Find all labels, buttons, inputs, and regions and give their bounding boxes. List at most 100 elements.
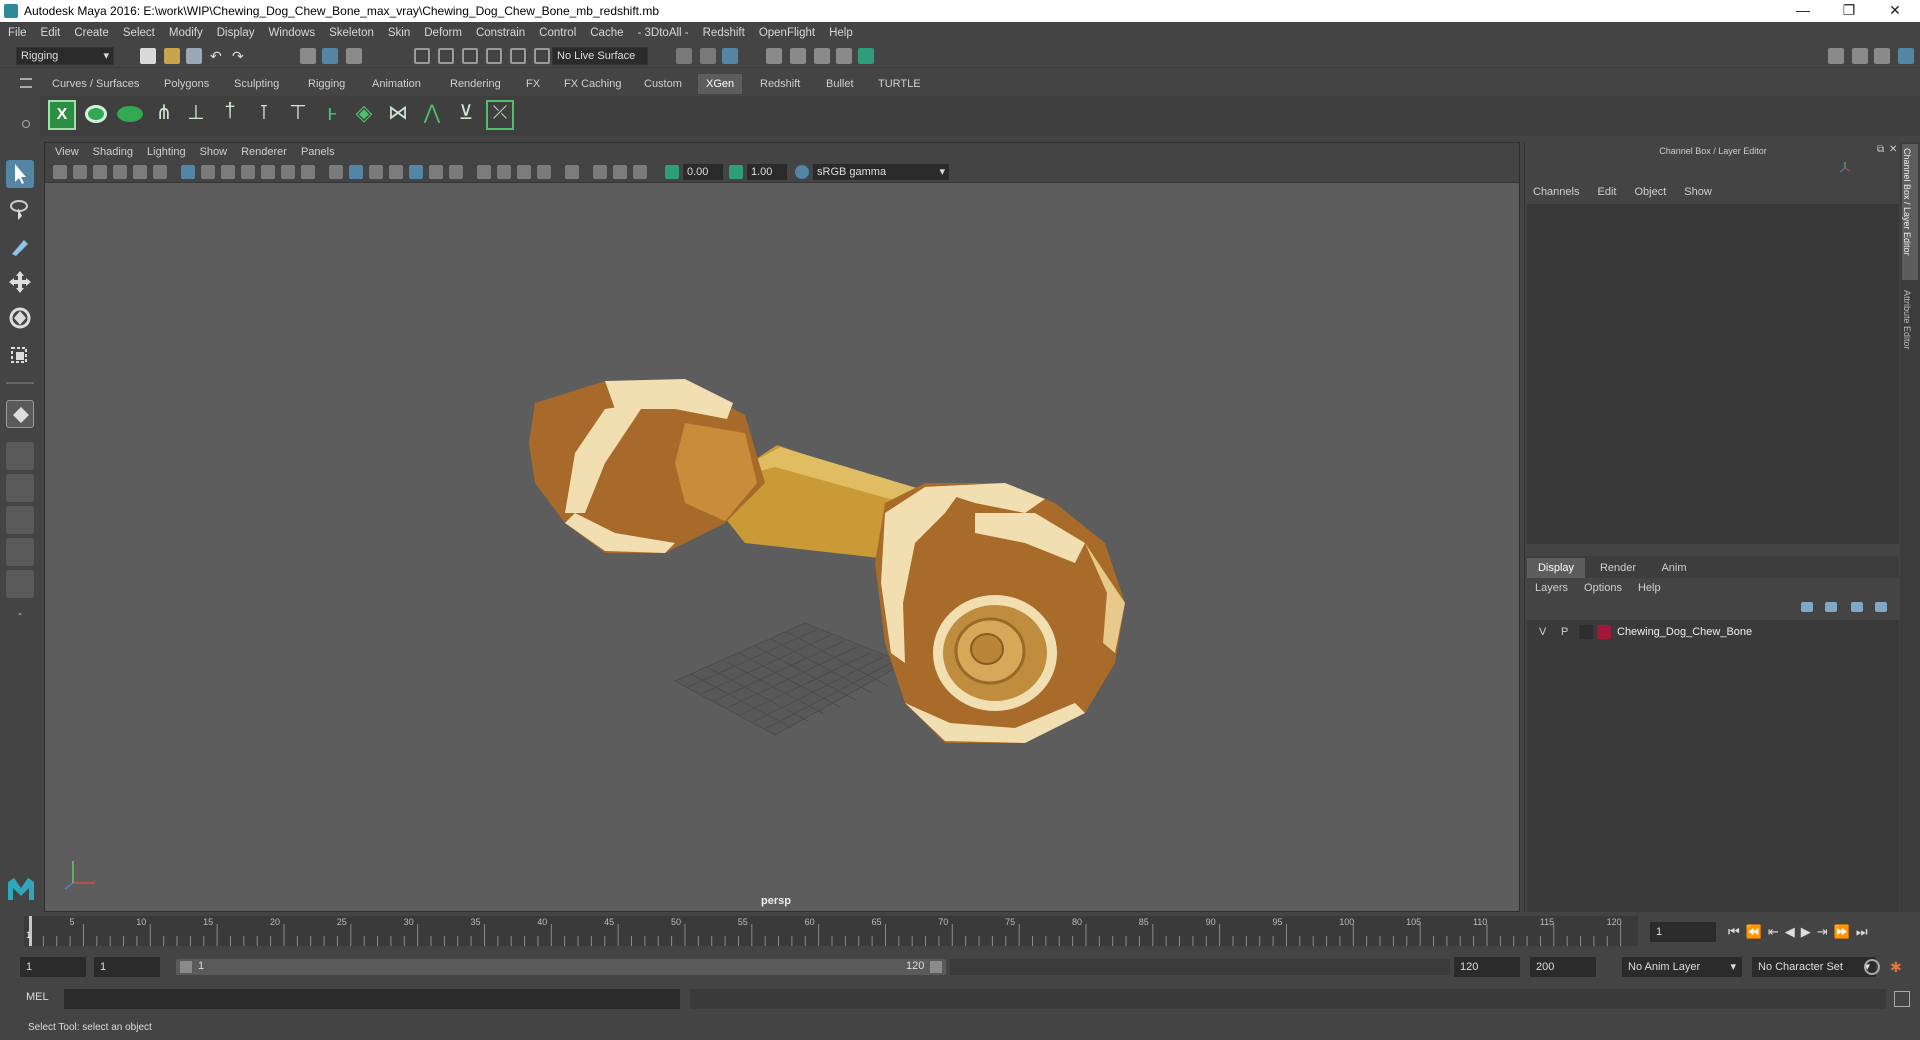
- ipr-render-icon[interactable]: [814, 48, 830, 64]
- animation-end-field[interactable]: 200: [1530, 957, 1596, 977]
- color-space-dropdown[interactable]: sRGB gamma ▾: [813, 164, 949, 180]
- restore-button[interactable]: ❐: [1826, 0, 1872, 22]
- tab-fx[interactable]: FX: [518, 74, 548, 94]
- new-layer-selected-icon[interactable]: [1875, 602, 1887, 612]
- color-management-icon[interactable]: [795, 165, 809, 179]
- step-forward-key-icon[interactable]: ⇥: [1817, 924, 1828, 940]
- channel-box-menu-show[interactable]: Show: [1684, 186, 1712, 198]
- select-component-icon[interactable]: [346, 48, 362, 64]
- display-render-settings-icon[interactable]: [836, 48, 852, 64]
- grid-icon[interactable]: [181, 165, 195, 179]
- animation-start-field[interactable]: 1: [20, 957, 86, 977]
- step-forward-frame-icon[interactable]: ⏩: [1834, 924, 1850, 940]
- new-empty-layer-icon[interactable]: [1851, 602, 1863, 612]
- grease-pencil-icon[interactable]: [153, 165, 167, 179]
- select-guides-icon[interactable]: ⊺: [250, 100, 278, 130]
- gamma-icon[interactable]: [729, 165, 743, 179]
- minimize-button[interactable]: —: [1780, 0, 1826, 22]
- snap-view-icon[interactable]: [486, 48, 502, 64]
- menu-windows[interactable]: Windows: [268, 27, 315, 39]
- tab-attribute-editor-vertical[interactable]: Attribute Editor: [1902, 286, 1918, 382]
- viewport-menu-lighting[interactable]: Lighting: [147, 146, 186, 158]
- move-tool-icon[interactable]: [6, 268, 34, 296]
- menu-help[interactable]: Help: [829, 27, 853, 39]
- exposure-icon[interactable]: [665, 165, 679, 179]
- save-scene-icon[interactable]: [186, 48, 202, 64]
- textured-icon[interactable]: [409, 165, 423, 179]
- script-editor-icon[interactable]: [1894, 991, 1910, 1007]
- layer-menu-layers[interactable]: Layers: [1535, 582, 1568, 594]
- select-object-icon[interactable]: [322, 48, 338, 64]
- menu-modify[interactable]: Modify: [169, 27, 203, 39]
- paint-select-tool-icon[interactable]: [6, 232, 34, 260]
- anim-layer-dropdown[interactable]: No Anim Layer ▾: [1622, 957, 1742, 977]
- menu-file[interactable]: File: [8, 27, 27, 39]
- tab-sculpting[interactable]: Sculpting: [226, 74, 287, 94]
- tab-channel-box-vertical[interactable]: Channel Box / Layer Editor: [1902, 144, 1918, 280]
- close-panel-icon[interactable]: ✕: [1889, 144, 1897, 155]
- input-output-icon[interactable]: [676, 48, 692, 64]
- render-current-icon[interactable]: [790, 48, 806, 64]
- command-language-label[interactable]: MEL: [26, 991, 49, 1003]
- go-to-start-icon[interactable]: ⏮: [1728, 924, 1740, 940]
- layer-name[interactable]: Chewing_Dog_Chew_Bone: [1617, 626, 1752, 638]
- default-material-icon[interactable]: [369, 165, 383, 179]
- xray-icon[interactable]: [593, 165, 607, 179]
- xray-active-icon[interactable]: [613, 165, 627, 179]
- lock-guides-icon[interactable]: ⊤: [284, 100, 312, 130]
- menu-skeleton[interactable]: Skeleton: [329, 27, 374, 39]
- tab-xgen[interactable]: XGen: [698, 74, 743, 94]
- clump-icon[interactable]: ⋈: [384, 100, 412, 130]
- film-gate-icon[interactable]: [201, 165, 215, 179]
- render-view-icon[interactable]: [766, 48, 782, 64]
- tab-anim[interactable]: Anim: [1649, 558, 1699, 578]
- channel-box-menu-object[interactable]: Object: [1634, 186, 1666, 198]
- persp-hypershade-layout-icon[interactable]: [6, 538, 34, 566]
- channel-box-menu-channels[interactable]: Channels: [1533, 186, 1579, 198]
- snap-point-icon[interactable]: [462, 48, 478, 64]
- motion-blur-icon[interactable]: [497, 165, 511, 179]
- menu-control[interactable]: Control: [539, 27, 576, 39]
- place-guide-icon[interactable]: ⋔: [150, 100, 178, 130]
- wireframe-icon[interactable]: [329, 165, 343, 179]
- snap-curve-icon[interactable]: [438, 48, 454, 64]
- layer-menu-options[interactable]: Options: [1584, 582, 1622, 594]
- tab-custom[interactable]: Custom: [636, 74, 690, 94]
- smooth-shade-icon[interactable]: [349, 165, 363, 179]
- xgen-editor-icon[interactable]: X: [48, 100, 76, 130]
- tab-redshift[interactable]: Redshift: [752, 74, 808, 94]
- tab-turtle[interactable]: TURTLE: [870, 74, 929, 94]
- redo-icon[interactable]: ↷: [232, 48, 248, 64]
- select-tool-icon[interactable]: [6, 160, 34, 188]
- snap-surface-icon[interactable]: [510, 48, 526, 64]
- step-back-frame-icon[interactable]: ⏪: [1746, 924, 1762, 940]
- hypershade-icon[interactable]: [858, 48, 874, 64]
- image-plane-icon[interactable]: [113, 165, 127, 179]
- grass-icon[interactable]: ⋀: [418, 100, 446, 130]
- menu-openflight[interactable]: OpenFlight: [759, 27, 815, 39]
- safe-title-icon[interactable]: [301, 165, 315, 179]
- menu-set-dropdown[interactable]: Rigging ▾: [16, 47, 114, 65]
- layer-row[interactable]: V P Chewing_Dog_Chew_Bone: [1533, 624, 1893, 642]
- persp-graph-layout-icon[interactable]: [6, 506, 34, 534]
- channel-box-menu-edit[interactable]: Edit: [1597, 186, 1616, 198]
- tab-render[interactable]: Render: [1589, 558, 1647, 578]
- wireframe-on-shaded-icon[interactable]: [389, 165, 403, 179]
- groom-layer-icon[interactable]: ◈: [350, 100, 378, 130]
- single-perspective-layout-icon[interactable]: [6, 400, 34, 428]
- viewport-menu-shading[interactable]: Shading: [93, 146, 133, 158]
- tab-rendering[interactable]: Rendering: [442, 74, 509, 94]
- gamma-field[interactable]: 1.00: [747, 164, 787, 180]
- viewport-panel[interactable]: View Shading Lighting Show Renderer Pane…: [44, 142, 1520, 912]
- bookmarks-icon[interactable]: [93, 165, 107, 179]
- persp-outliner-layout-icon[interactable]: [6, 474, 34, 502]
- use-all-lights-icon[interactable]: [429, 165, 443, 179]
- field-chart-icon[interactable]: [261, 165, 275, 179]
- animation-preferences-icon[interactable]: ✱: [1890, 959, 1906, 975]
- close-button[interactable]: ✕: [1872, 0, 1918, 22]
- layer-color-swatch[interactable]: [1597, 625, 1611, 639]
- tab-bullet[interactable]: Bullet: [818, 74, 862, 94]
- render-settings-icon[interactable]: [722, 48, 738, 64]
- lasso-tool-icon[interactable]: [6, 196, 34, 224]
- open-scene-icon[interactable]: [164, 48, 180, 64]
